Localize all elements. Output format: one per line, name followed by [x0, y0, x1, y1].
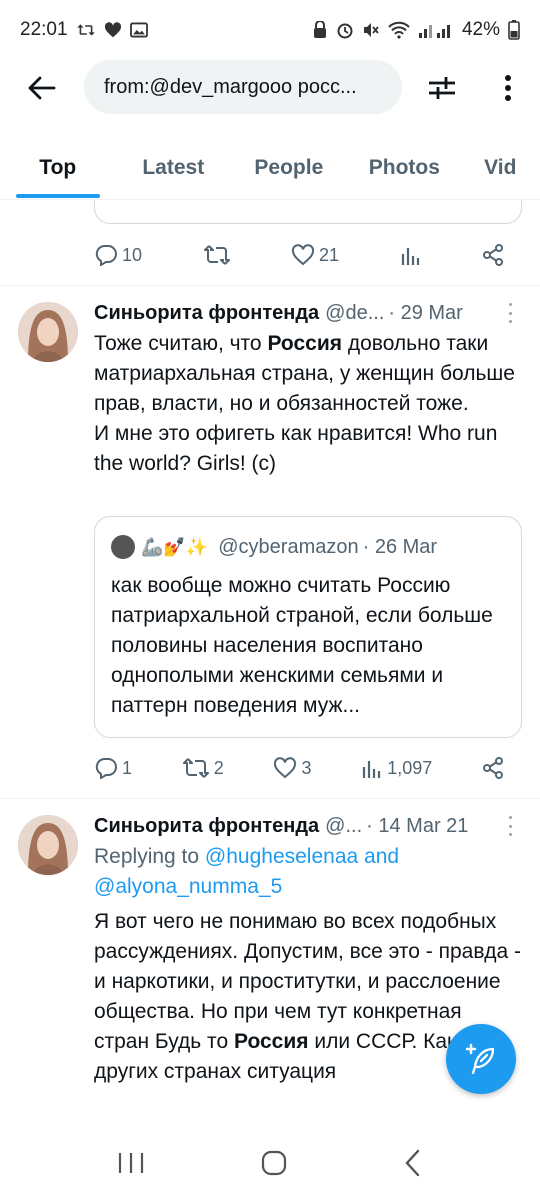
share-button[interactable]: [482, 757, 504, 779]
mention-link[interactable]: @alyona_numma_5: [94, 875, 282, 898]
like-button[interactable]: 21: [291, 244, 339, 266]
search-results-feed: 10 21 Синьорита фронтенда @de... · 29 Ma…: [0, 200, 540, 1130]
compose-feather-icon: [465, 1043, 495, 1075]
more-options-button[interactable]: [490, 70, 526, 106]
quoted-avatar: [111, 535, 135, 559]
retweet-button[interactable]: [203, 244, 231, 266]
chevron-left-icon: [405, 1149, 419, 1176]
reply-count: 10: [122, 244, 143, 265]
system-nav-bar: [0, 1130, 540, 1200]
reply-icon: [95, 245, 117, 266]
tab-photos[interactable]: Photos: [347, 136, 463, 199]
home-icon: [261, 1150, 287, 1175]
bar-chart-icon: [363, 761, 381, 778]
retweet-button[interactable]: 2: [182, 757, 224, 779]
reply-icon: [95, 758, 117, 779]
heart-icon: [291, 244, 315, 266]
alarm-icon: [336, 21, 354, 39]
replying-to: Replying to @hugheselenaa and @alyona_num…: [94, 845, 400, 898]
quoted-date: · 26 Mar: [362, 535, 438, 558]
search-input[interactable]: from:@dev_margooo росс...: [84, 60, 402, 114]
mention-link[interactable]: @hugheselenaa: [205, 845, 358, 868]
tweet-text: Тоже считаю, что Россия довольно таки ма…: [94, 332, 515, 475]
tweet-header: Синьорита фронтенда @... · 14 Mar 21: [94, 812, 516, 840]
status-right: 42%: [312, 19, 520, 41]
prev-tweet-actions: 10 21: [94, 240, 504, 270]
views-button[interactable]: 1,097: [361, 757, 432, 779]
share-icon: [482, 757, 503, 779]
reply-button[interactable]: 1: [94, 757, 132, 779]
share-button[interactable]: [482, 244, 504, 266]
views-button[interactable]: [400, 244, 422, 266]
reply-count: 1: [122, 757, 133, 778]
heart-icon: [274, 757, 297, 779]
quoted-handle: @cyberamazon: [218, 535, 359, 558]
tweet-header: Синьорита фронтенда @de... · 29 Mar: [94, 299, 516, 327]
like-count: 21: [319, 244, 340, 265]
retweet-icon: [182, 758, 209, 778]
author-handle[interactable]: @de...: [325, 302, 384, 325]
author-name[interactable]: Синьорита фронтенда: [94, 815, 319, 838]
tweet-actions: 1 2 3 1,097: [94, 753, 504, 783]
search-query: from:@dev_margooo росс...: [104, 75, 357, 98]
compose-tweet-button[interactable]: [446, 1024, 516, 1094]
arrow-left-icon: [28, 76, 56, 100]
retweet-notification-icon: [76, 22, 96, 38]
battery-percent: 42%: [461, 19, 500, 40]
search-header: from:@dev_margooo росс...: [0, 60, 540, 116]
tweet-date[interactable]: · 14 Mar 21: [366, 815, 468, 838]
status-time: 22:01: [20, 19, 68, 40]
previous-quote-card[interactable]: [94, 200, 522, 224]
status-bar: 22:01 42%: [0, 0, 540, 60]
quoted-tweet[interactable]: 🦾💅✨ @cyberamazon · 26 Mar как вообще мож…: [94, 516, 522, 738]
lock-icon: [312, 21, 328, 39]
back-button[interactable]: [24, 70, 60, 106]
signal-icon: [418, 21, 454, 39]
tweet-menu-button[interactable]: [504, 303, 516, 323]
battery-icon: [508, 20, 520, 40]
share-icon: [483, 244, 503, 266]
retweet-icon: [203, 245, 230, 265]
recent-apps-icon: [119, 1152, 144, 1173]
like-count: 3: [301, 757, 312, 778]
like-button[interactable]: 3: [273, 757, 311, 779]
tweet-date[interactable]: · 29 Mar: [388, 302, 462, 325]
search-tabs: Top Latest People Photos Vid: [0, 136, 540, 200]
image-notification-icon: [129, 22, 148, 38]
bar-chart-icon: [401, 248, 419, 265]
tab-latest[interactable]: Latest: [116, 136, 232, 199]
tab-people[interactable]: People: [231, 136, 347, 199]
views-count: 1,097: [387, 757, 433, 778]
quoted-text: как вообще можно считать Россию патриарх…: [111, 574, 493, 717]
tweet[interactable]: Синьорита фронтенда @de... · 29 Mar Тоже…: [0, 286, 540, 798]
tab-videos[interactable]: Vid: [462, 136, 540, 199]
retweet-count: 2: [213, 757, 224, 778]
vertical-dots-icon: [505, 75, 511, 101]
author-name[interactable]: Синьорита фронтенда: [94, 302, 319, 325]
sliders-icon: [429, 77, 455, 99]
avatar[interactable]: [18, 815, 78, 875]
home-button[interactable]: [260, 1149, 288, 1182]
mute-icon: [362, 21, 380, 39]
quoted-author-name: 🦾💅✨: [141, 536, 209, 557]
nav-back-button[interactable]: [403, 1149, 423, 1182]
avatar[interactable]: [18, 302, 78, 362]
status-left: 22:01: [20, 19, 148, 41]
wifi-icon: [388, 21, 410, 39]
heart-notification-icon: [104, 22, 122, 38]
author-handle[interactable]: @...: [325, 815, 362, 838]
quoted-tweet-header: 🦾💅✨ @cyberamazon · 26 Mar: [111, 535, 437, 559]
tab-top[interactable]: Top: [0, 136, 116, 199]
search-filters-button[interactable]: [422, 72, 462, 104]
recent-apps-button[interactable]: [117, 1151, 145, 1180]
tweet-menu-button[interactable]: [504, 816, 516, 836]
reply-button[interactable]: 10: [94, 244, 142, 266]
